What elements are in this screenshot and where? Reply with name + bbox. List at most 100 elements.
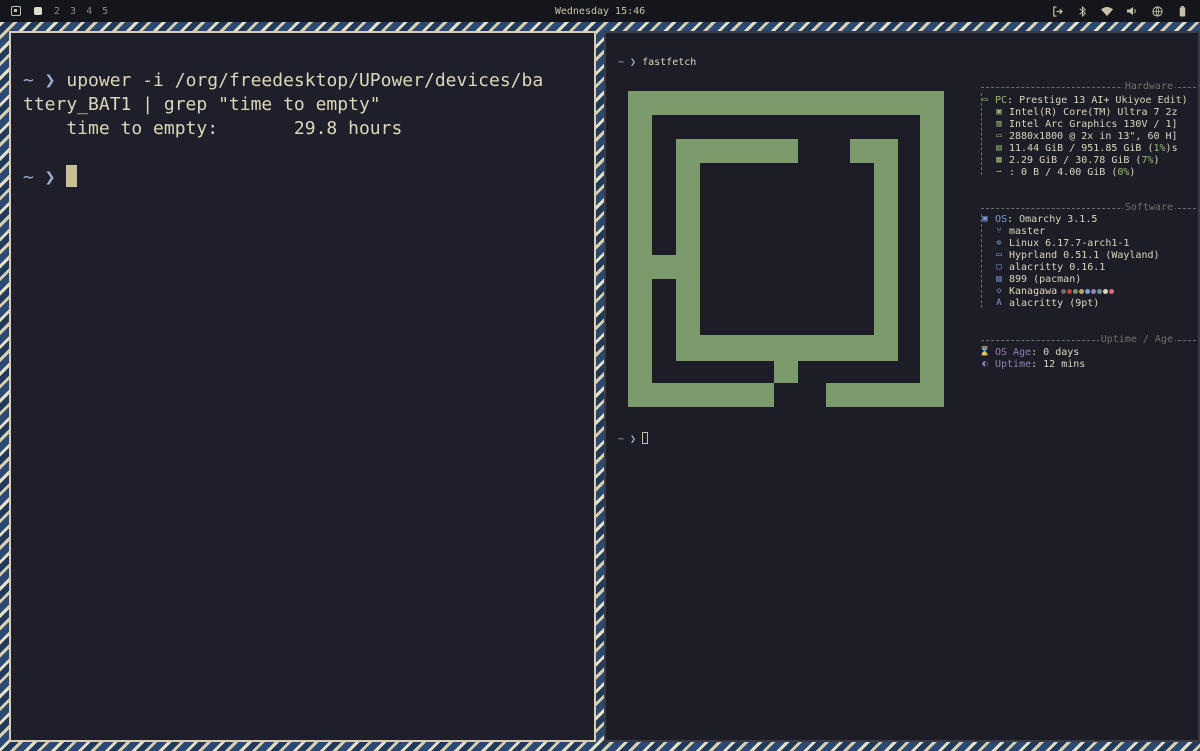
workspace-1-active-icon[interactable] [32, 5, 44, 17]
software-section-header: Software [981, 202, 1198, 213]
font-icon: A [996, 298, 1002, 308]
hw-row-gpu: ▥ Intel Arc Graphics 130V / 1] [993, 118, 1178, 130]
prompt-symbol-2: ~ ❯ [23, 167, 56, 188]
hw-row-disk: ▤ 11.44 GiB / 951.85 GiB (1%)s [993, 142, 1178, 154]
hw-percent: 7% [1141, 154, 1154, 166]
hw-percent: 0% [1117, 166, 1130, 178]
sw-key-os: OS [995, 213, 1008, 225]
hw-value: : 0 B / 4.00 GiB ( [1009, 166, 1118, 178]
hw-row-cpu: ▣ Intel(R) Core(TM) Ultra 7 2z [993, 106, 1178, 118]
theme-color-swatches [1060, 288, 1115, 294]
hw-row-pc: ▭ PC: Prestige 13 AI+ Ukiyoe Edit) [979, 94, 1187, 106]
command-line-1: upower -i /org/freedesktop/UPower/device… [66, 70, 544, 91]
terminal-window-right[interactable]: ~ ❯ fastfetch Hardware ▭ PC: Prestige 13 … [604, 31, 1200, 742]
sw-value: alacritty 0.16.1 [1009, 261, 1106, 273]
workspace-2[interactable]: 2 [54, 6, 60, 17]
hourglass-icon: ⌛ [979, 347, 991, 357]
pc-icon: ▭ [982, 95, 988, 105]
software-title: Software [1122, 202, 1175, 213]
bluetooth-icon[interactable] [1076, 5, 1088, 17]
window-manager-icon: ▭ [996, 250, 1002, 260]
hw-key-pc: PC [995, 94, 1008, 106]
wifi-icon[interactable] [1101, 5, 1113, 17]
hardware-section-header: Hardware [981, 81, 1198, 92]
prompt-symbol-2: ~ ❯ [618, 434, 637, 445]
up-value: : 12 mins [1031, 358, 1086, 370]
up-key: Uptime [995, 358, 1032, 370]
logout-icon[interactable] [1051, 5, 1063, 17]
hw-percent: 1% [1153, 142, 1166, 154]
gpu-icon: ▥ [996, 119, 1002, 129]
display-icon: ▭ [996, 131, 1002, 141]
text-cursor[interactable] [642, 432, 649, 444]
clock[interactable]: Wednesday 15:46 [555, 6, 645, 17]
uptime-title: Uptime / Age [1098, 334, 1175, 345]
fastfetch-command-line: ~ ❯ fastfetch [618, 57, 696, 69]
battery-icon[interactable] [1176, 5, 1188, 17]
app-menu-icon[interactable] [10, 5, 22, 17]
sw-row-packages: ▤ 899 (pacman) [993, 273, 1081, 285]
theme-swatch [1067, 288, 1073, 294]
disk-icon: ▤ [996, 143, 1002, 153]
hw-tail: )s [1165, 142, 1178, 154]
hardware-title: Hardware [1122, 81, 1175, 92]
hw-row-memory: ▦ 2.29 GiB / 30.78 GiB (7%) [993, 154, 1160, 166]
sw-row-kernel: ✲ Linux 6.17.7-arch1-1 [993, 237, 1129, 249]
theme-icon: ◇ [996, 286, 1002, 296]
hw-value: 2880x1800 @ 2x in 13", 60 H] [1009, 130, 1178, 142]
hw-row-swap: ⇀ : 0 B / 4.00 GiB (0%) [993, 166, 1135, 178]
theme-swatch [1109, 288, 1115, 294]
theme-swatch [1079, 288, 1085, 294]
prompt-symbol: ~ ❯ [618, 57, 637, 68]
volume-icon[interactable] [1126, 5, 1138, 17]
workspace-3[interactable]: 3 [70, 6, 76, 17]
system-tray [1051, 0, 1188, 22]
terminal-icon: ▢ [996, 262, 1002, 272]
sw-row-wm: ▭ Hyprland 0.51.1 (Wayland) [993, 249, 1160, 261]
os-icon: ▣ [982, 214, 988, 224]
hw-value: Intel(R) Core(TM) Ultra 7 2z [1009, 106, 1178, 118]
sw-row-font: Aalacritty (9pt) [993, 297, 1099, 309]
theme-swatch [1097, 288, 1103, 294]
clock-container: Wednesday 15:46 [0, 0, 1200, 22]
theme-swatch [1061, 288, 1067, 294]
kernel-gear-icon: ✲ [996, 238, 1002, 248]
up-row-uptime: ◐ Uptime: 12 mins [979, 358, 1085, 370]
terminal-output: ~ ❯ upower -i /org/freedesktop/UPower/de… [11, 33, 594, 190]
fastfetch-prompt-line: ~ ❯ [618, 432, 649, 446]
hw-row-display: ▭ 2880x1800 @ 2x in 13", 60 H] [993, 130, 1178, 142]
workspace-4[interactable]: 4 [86, 6, 92, 17]
sw-value: 899 (pacman) [1009, 273, 1082, 285]
hw-tail: ) [1153, 154, 1160, 166]
swap-icon: ⇀ [996, 167, 1002, 177]
sw-value: Hyprland 0.51.1 (Wayland) [1009, 249, 1160, 261]
omarchy-logo [628, 91, 944, 407]
sw-row-terminal: ▢ alacritty 0.16.1 [993, 261, 1105, 273]
command: fastfetch [642, 57, 697, 68]
cpu-icon: ▣ [996, 107, 1002, 117]
hw-tail: ) [1129, 166, 1136, 178]
sw-value: Kanagawa [1009, 285, 1058, 297]
terminal-window-left[interactable]: ~ ❯ upower -i /org/freedesktop/UPower/de… [9, 31, 596, 742]
hw-value: Intel Arc Graphics 130V / 1] [1009, 118, 1178, 130]
command-output: time to empty: 29.8 hours [23, 118, 403, 139]
theme-swatch [1091, 288, 1097, 294]
command-line-2: ttery_BAT1 | grep "time to empty" [23, 94, 381, 115]
network-globe-icon[interactable] [1151, 5, 1163, 17]
sw-row-theme: ◇ Kanagawa [993, 285, 1115, 297]
sw-value: alacritty (9pt) [1009, 297, 1100, 309]
up-value: : 0 days [1031, 346, 1080, 358]
memory-icon: ▦ [996, 155, 1002, 165]
theme-swatch [1085, 288, 1091, 294]
uptime-section-header: Uptime / Age [981, 334, 1198, 345]
top-bar: 2 3 4 5 Wednesday 15:46 [0, 0, 1200, 22]
workspace-5[interactable]: 5 [102, 6, 108, 17]
hw-value: 2.29 GiB / 30.78 GiB ( [1009, 154, 1142, 166]
up-row-age: ⌛ OS Age: 0 days [979, 346, 1079, 358]
hw-value: 11.44 GiB / 951.85 GiB ( [1009, 142, 1154, 154]
uptime-icon: ◐ [982, 359, 988, 369]
software-tree-line [981, 214, 983, 308]
text-cursor[interactable] [66, 165, 78, 187]
prompt-symbol: ~ ❯ [23, 70, 56, 91]
sw-value: master [1009, 225, 1046, 237]
